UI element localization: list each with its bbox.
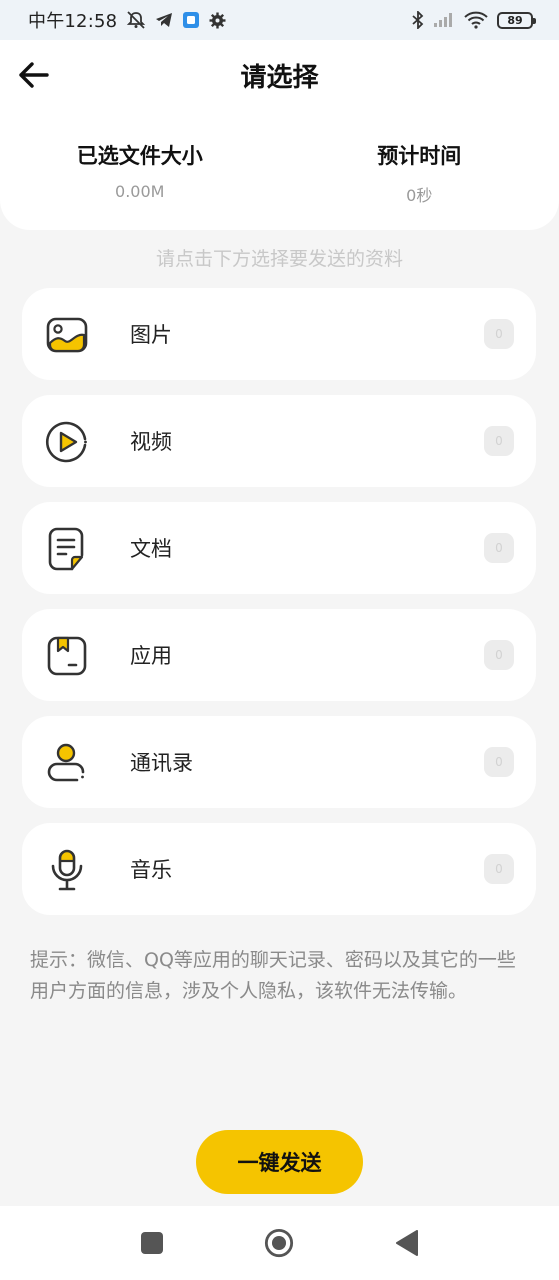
category-label: 通讯录	[130, 751, 193, 775]
selected-size: 已选文件大小 0.00M	[0, 110, 280, 230]
status-left: 中午12:58	[28, 7, 226, 33]
status-right: 89	[412, 11, 536, 29]
back-triangle-icon[interactable]	[392, 1228, 422, 1258]
battery-level: 89	[507, 13, 523, 27]
category-count-badge: 0	[484, 640, 514, 670]
app-notification-icon	[182, 11, 200, 29]
settings-gear-icon	[209, 12, 226, 29]
home-circle-icon[interactable]	[264, 1228, 294, 1258]
header: 请选择	[0, 40, 559, 110]
selection-summary: 已选文件大小 0.00M 预计时间 0秒	[0, 110, 559, 230]
mute-bell-icon	[126, 11, 146, 29]
microphone-icon	[44, 847, 90, 893]
category-label: 视频	[130, 430, 172, 454]
back-button[interactable]	[16, 57, 52, 93]
signal-icon	[433, 12, 455, 28]
select-hint: 请点击下方选择要发送的资料	[155, 248, 403, 270]
selected-size-value: 0.00M	[115, 182, 165, 201]
category-videos[interactable]: 视频 0	[22, 395, 536, 487]
category-count-badge: 0	[484, 854, 514, 884]
video-play-icon	[44, 419, 90, 465]
page-title: 请选择	[240, 62, 319, 93]
status-bar: 中午12:58 89	[0, 0, 559, 40]
status-time: 中午12:58	[28, 11, 118, 32]
wifi-icon	[464, 11, 488, 29]
category-images[interactable]: 图片 0	[22, 288, 536, 380]
category-count-badge: 0	[484, 319, 514, 349]
category-count-badge: 0	[484, 533, 514, 563]
arrow-left-icon	[19, 62, 49, 88]
battery-icon: 89	[497, 11, 536, 29]
document-icon	[44, 526, 90, 572]
category-contacts[interactable]: 通讯录 0	[22, 716, 536, 808]
privacy-note: 提示：微信、QQ等应用的聊天记录、密码以及其它的一些用户方面的信息，涉及个人隐私…	[30, 949, 516, 1002]
category-count-badge: 0	[484, 426, 514, 456]
category-label: 应用	[130, 644, 172, 668]
category-apps[interactable]: 应用 0	[22, 609, 536, 701]
category-documents[interactable]: 文档 0	[22, 502, 536, 594]
selected-size-label: 已选文件大小	[76, 144, 203, 168]
system-nav-bar	[0, 1206, 559, 1280]
contact-icon	[44, 740, 90, 786]
recents-square-icon[interactable]	[137, 1228, 167, 1258]
bluetooth-icon	[412, 11, 424, 29]
category-label: 图片	[130, 323, 172, 347]
estimated-time-value: 0秒	[406, 186, 433, 205]
one-click-send-button[interactable]: 一键发送	[196, 1130, 363, 1194]
telegram-icon	[155, 12, 173, 28]
category-music[interactable]: 音乐 0	[22, 823, 536, 915]
category-list: 图片 0 视频 0 文档 0 应用 0 通讯录 0 音乐 0	[22, 288, 536, 930]
app-box-icon	[44, 633, 90, 679]
image-icon	[44, 312, 90, 358]
category-label: 音乐	[130, 858, 172, 882]
category-label: 文档	[130, 537, 172, 561]
category-count-badge: 0	[484, 747, 514, 777]
estimated-time: 预计时间 0秒	[280, 110, 559, 230]
estimated-time-label: 预计时间	[377, 144, 462, 168]
